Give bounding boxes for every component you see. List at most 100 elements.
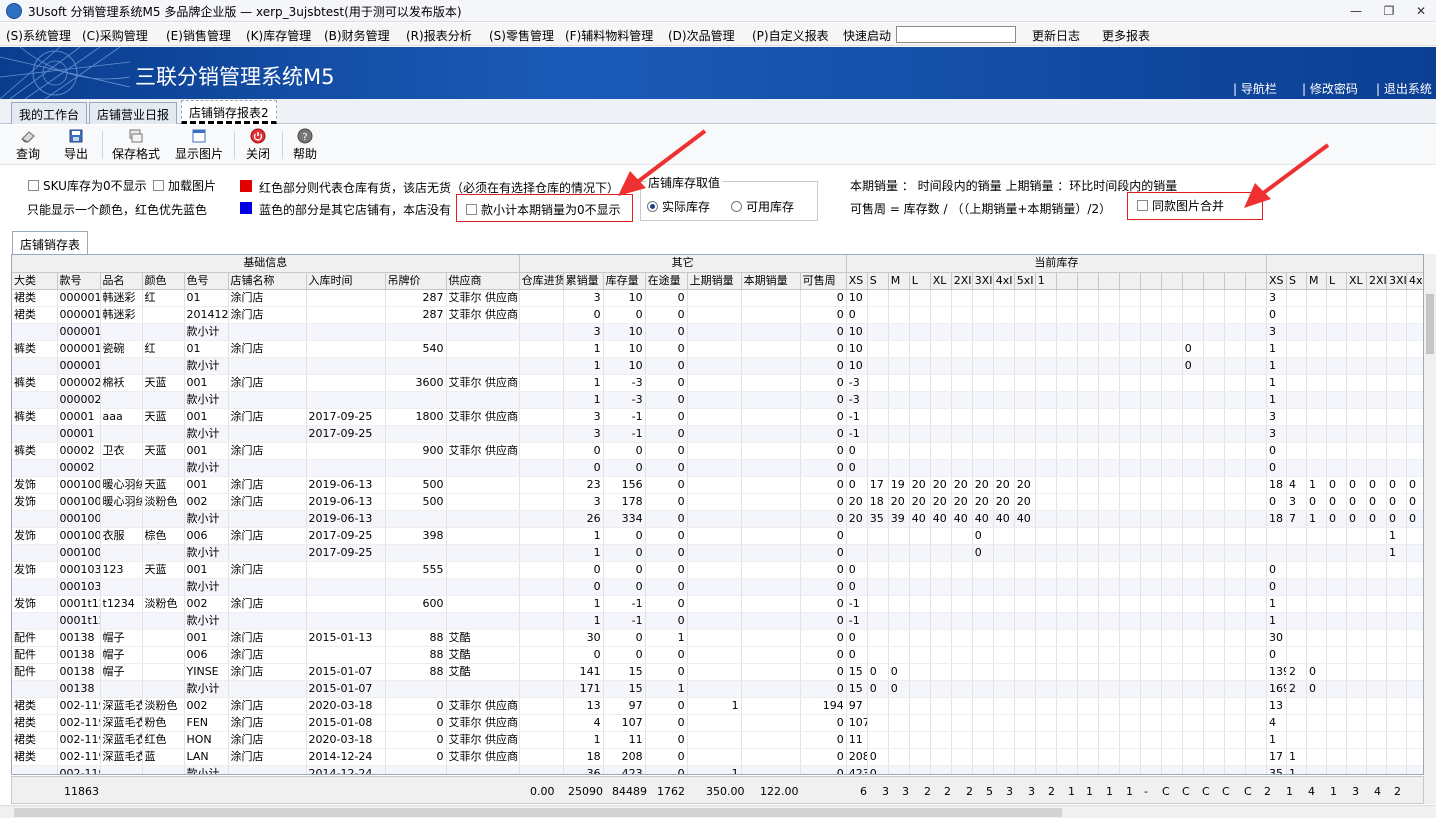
column-header[interactable]: 上期销量 [687, 272, 742, 290]
column-header[interactable]: 在途量 [645, 272, 688, 290]
column-header[interactable]: XL [930, 272, 952, 290]
table-row[interactable]: 配件 00138 帽子 YINSE 涂门店 2015-01-07 88 艾酷 141 15 0 0 15… [12, 663, 1423, 681]
table-row[interactable]: 裤类 00001 aaa 天蓝 001 涂门店 2017-09-25 1800 艾菲尔 供应商 3… [12, 408, 1423, 426]
column-header[interactable]: 品名 [100, 272, 143, 290]
table-row[interactable]: 裤类 000001 瓷碗红 01 涂门店 540 1 10 0 0 10 0 1 [12, 340, 1423, 358]
table-row[interactable]: 00002 款小计 0 0 0 0 0 0 [12, 459, 1423, 477]
column-header[interactable]: 3XI [1386, 272, 1407, 290]
horizontal-scrollbar[interactable] [0, 805, 1436, 818]
column-header[interactable] [1098, 272, 1120, 290]
column-header[interactable]: XL [1346, 272, 1367, 290]
column-header[interactable]: 可售周 [800, 272, 847, 290]
sku-zero-hide-box[interactable] [28, 180, 39, 191]
column-header[interactable] [1224, 272, 1246, 290]
menu-more-reports[interactable]: 更多报表 [1102, 27, 1150, 44]
column-header[interactable]: 仓库进货 [519, 272, 564, 290]
column-header[interactable]: 颜色 [142, 272, 185, 290]
tab-store-sales-stock-table[interactable]: 店铺销存表 [12, 231, 89, 254]
table-row[interactable]: 发饰0001000暖心羽绒淡粉色002涂门店2019-06-1350031780… [12, 493, 1423, 511]
column-header[interactable]: M [888, 272, 910, 290]
column-header[interactable]: 4x1 [1406, 272, 1423, 290]
restore-icon[interactable]: ❐ [1376, 2, 1402, 20]
column-header[interactable]: XS [846, 272, 868, 290]
table-row[interactable]: 00001 款小计 2017-09-25 3 -1 0 0 -1 3 [12, 425, 1423, 443]
menu-defective[interactable]: (D)次品管理 [668, 27, 735, 44]
column-header[interactable]: XS [1266, 272, 1287, 290]
column-header[interactable] [1140, 272, 1162, 290]
table-row[interactable]: 裙类002-119深蓝毛衣蓝LAN涂门店2014-12-240艾菲尔 供应商18… [12, 748, 1423, 766]
column-header[interactable] [1182, 272, 1204, 290]
table-row[interactable]: 0001t12款小计1-100-11 [12, 612, 1423, 630]
table-row[interactable]: 0001000款小计2017-09-25100001 [12, 544, 1423, 562]
column-header[interactable]: 大类 [12, 272, 58, 290]
load-image-box[interactable] [153, 180, 164, 191]
column-header[interactable]: 款号 [57, 272, 101, 290]
tab-store-daily-report[interactable]: 店铺营业日报 [89, 102, 178, 124]
menu-custom-report[interactable]: (P)自定义报表 [752, 27, 829, 44]
query-button[interactable]: 查询 [16, 128, 40, 162]
table-row[interactable]: 00138款小计2015-01-071711510150016920 [12, 680, 1423, 698]
subtotal-zero-hide-checkbox[interactable]: 款小计本期销量为0不显示 [466, 201, 621, 218]
column-header[interactable]: 2XI [1366, 272, 1387, 290]
close-button[interactable]: 关闭 [246, 128, 270, 162]
tab-my-workbench[interactable]: 我的工作台 [11, 102, 88, 124]
table-row[interactable]: 000001 款小计 1 10 0 0 10 0 1 [12, 357, 1423, 375]
help-button[interactable]: ? 帮助 [293, 128, 317, 162]
quick-start-input[interactable] [896, 26, 1016, 43]
table-row[interactable]: 发饰0001000衣服棕色006涂门店2017-09-25398100001 [12, 527, 1423, 545]
change-password-link[interactable]: | 修改密码 [1302, 80, 1358, 97]
table-row[interactable]: 裙类002-119深蓝毛衣红色HON涂门店2020-03-180艾菲尔 供应商1… [12, 731, 1423, 749]
table-row[interactable]: 0001030款小计000000 [12, 578, 1423, 596]
column-header[interactable]: 色号 [184, 272, 229, 290]
column-header[interactable] [1161, 272, 1183, 290]
sku-zero-hide-checkbox[interactable]: SKU库存为0不显示 [28, 177, 147, 194]
show-image-button[interactable]: 显示图片 [175, 128, 223, 162]
tab-store-sales-stock-report[interactable]: 店铺销存报表2 [181, 100, 277, 124]
table-row[interactable]: 配件 00138 帽子 006 涂门店 88 艾酷 0 0 0 0 0 0 [12, 646, 1423, 664]
vertical-scrollbar[interactable] [1424, 254, 1436, 804]
column-header[interactable]: 本期销量 [741, 272, 801, 290]
available-stock-radio-dot[interactable] [731, 201, 742, 212]
nav-bar-link[interactable]: | 导航栏 [1233, 80, 1277, 97]
table-row[interactable]: 裙类 000001 韩迷彩红 01 涂门店 287 艾菲尔 供应商 3 10 0 0 10 3 [12, 289, 1423, 307]
exit-system-link[interactable]: | 退出系统 [1376, 80, 1432, 97]
merge-same-image-box[interactable] [1137, 200, 1148, 211]
column-header[interactable]: 店铺名称 [228, 272, 307, 290]
column-header[interactable] [1203, 272, 1225, 290]
table-row[interactable]: 裙类002-119深蓝毛衣粉色FEN涂门店2015-01-080艾菲尔 供应商4… [12, 714, 1423, 732]
menu-finance[interactable]: (B)财务管理 [324, 27, 390, 44]
column-header[interactable]: M [1306, 272, 1327, 290]
close-window-icon[interactable]: ✕ [1408, 2, 1434, 20]
table-row[interactable]: 002-119款小计2014-12-24364230104230351 [12, 765, 1423, 774]
table-row[interactable]: 发饰0001030123天蓝001涂门店555000000 [12, 561, 1423, 579]
table-row[interactable]: 发饰0001t12t1234淡粉色002涂门店6001-100-11 [12, 595, 1423, 613]
menu-update-log[interactable]: 更新日志 [1032, 27, 1080, 44]
column-header[interactable]: 4xI [993, 272, 1015, 290]
menu-retail[interactable]: (S)零售管理 [489, 27, 554, 44]
column-header[interactable]: L [909, 272, 931, 290]
actual-stock-radio[interactable]: 实际库存 [647, 198, 710, 215]
menu-accessory-material[interactable]: (F)辅料物料管理 [565, 27, 653, 44]
column-header[interactable] [1056, 272, 1078, 290]
minimize-icon[interactable]: — [1343, 2, 1369, 20]
table-row[interactable]: 裤类 000002 棉袄 天蓝 001 涂门店 3600 艾菲尔 供应商 1 -3 0 0 -3 1 [12, 374, 1423, 392]
column-header[interactable]: 1 [1035, 272, 1057, 290]
export-button[interactable]: 导出 [64, 128, 88, 162]
column-header[interactable]: 3XI [972, 272, 994, 290]
subtotal-zero-hide-box[interactable] [466, 204, 477, 215]
column-header[interactable]: 库存量 [603, 272, 646, 290]
merge-same-image-checkbox[interactable]: 同款图片合并 [1137, 197, 1224, 214]
table-row[interactable]: 000002 款小计 1 -3 0 0 -3 1 [12, 391, 1423, 409]
column-header[interactable]: 5xI [1014, 272, 1036, 290]
column-header[interactable] [1119, 272, 1141, 290]
horizontal-scroll-thumb[interactable] [14, 808, 1062, 817]
menu-sales[interactable]: (E)销售管理 [166, 27, 231, 44]
column-header[interactable]: S [867, 272, 889, 290]
available-stock-radio[interactable]: 可用库存 [731, 198, 794, 215]
data-grid[interactable]: 基础信息 其它 当前库存 大类 款号 品名 颜色 色号 店铺名称 入库时间 吊牌价 供应商 仓库进货 累销… [11, 254, 1424, 775]
save-format-button[interactable]: 保存格式 [112, 128, 160, 162]
column-header[interactable] [1077, 272, 1099, 290]
column-header[interactable]: 入库时间 [306, 272, 386, 290]
column-header[interactable] [1245, 272, 1267, 290]
column-header[interactable]: 累销量 [563, 272, 604, 290]
